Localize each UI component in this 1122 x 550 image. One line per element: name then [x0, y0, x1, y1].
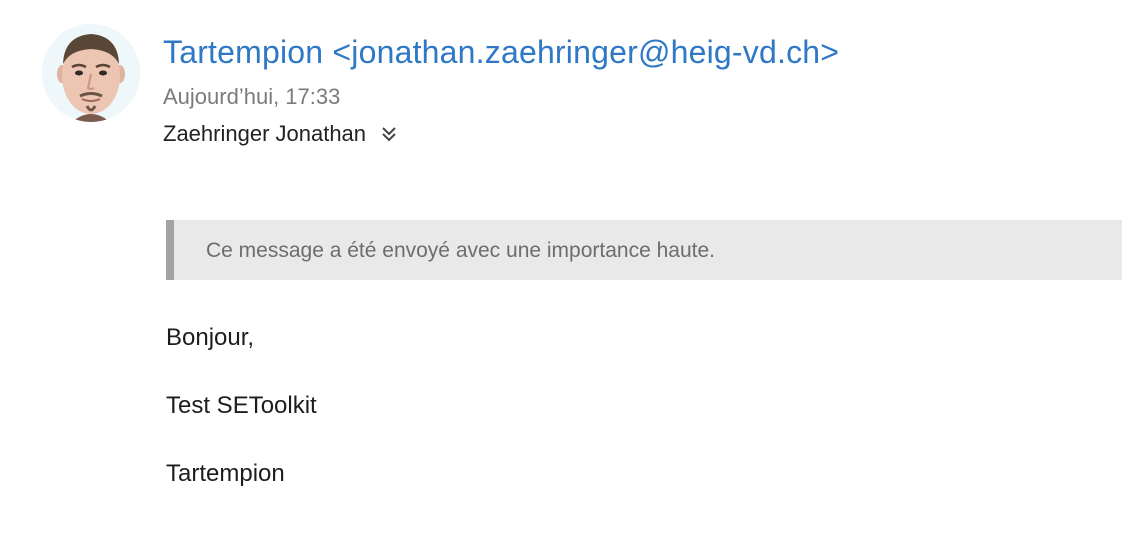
body-greeting: Bonjour, [166, 324, 255, 351]
importance-text: Ce message a été envoyé avec une importa… [206, 239, 715, 262]
double-chevron-down-icon[interactable] [380, 125, 398, 143]
avatar[interactable] [42, 24, 140, 122]
importance-banner: Ce message a été envoyé avec une importa… [166, 220, 1122, 280]
message-date: Aujourd’hui, 17:33 [163, 84, 341, 109]
sender-address[interactable]: Tartempion <jonathan.zaehringer@heig-vd.… [163, 34, 839, 71]
body-signature: Tartempion [166, 460, 285, 487]
recipients-row[interactable]: Zaehringer Jonathan [163, 121, 398, 147]
face-icon [42, 24, 140, 122]
email-reading-pane: Tartempion <jonathan.zaehringer@heig-vd.… [0, 0, 1122, 550]
recipient-name[interactable]: Zaehringer Jonathan [163, 121, 366, 147]
body-content: Test SEToolkit [166, 392, 317, 419]
